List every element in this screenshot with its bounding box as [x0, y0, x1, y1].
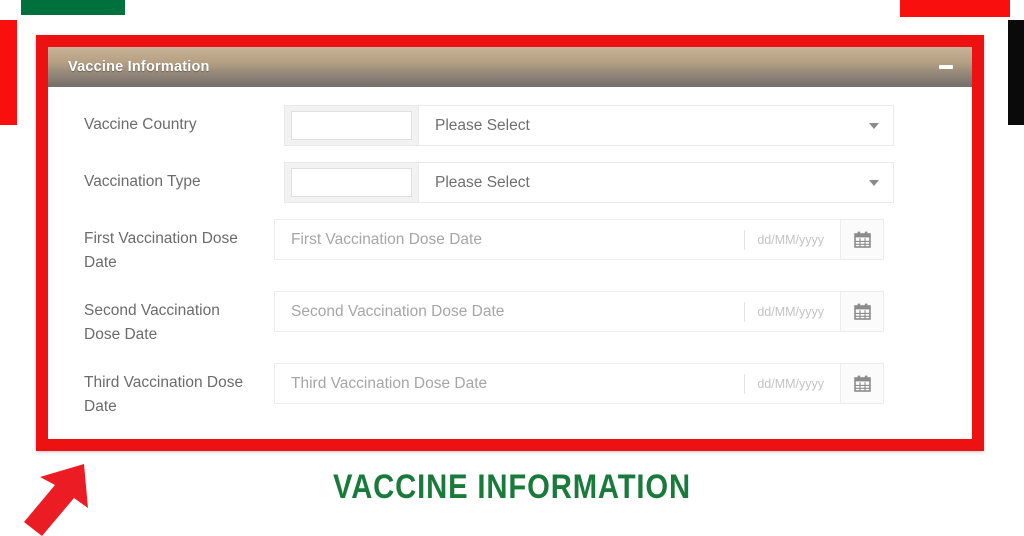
- first-dose-date-input[interactable]: First Vaccination Dose Date dd/MM/yyyy: [274, 219, 840, 260]
- vaccination-type-preview: [284, 162, 418, 203]
- form-red-frame: Vaccine Information Vaccine Country Plea…: [36, 35, 984, 451]
- decoration-green-bar-top-left: [21, 0, 125, 15]
- decoration-red-bar-top-right: [900, 0, 1010, 17]
- label-vaccination-type: Vaccination Type: [84, 173, 201, 190]
- vaccine-information-panel: Vaccine Information Vaccine Country Plea…: [48, 47, 972, 439]
- control-third-dose-date: Third Vaccination Dose Date dd/MM/yyyy: [274, 363, 884, 405]
- third-dose-calendar-button[interactable]: [840, 363, 884, 405]
- third-dose-date-placeholder: Third Vaccination Dose Date: [291, 374, 488, 392]
- form-row-vaccine-country: Vaccine Country Please Select: [84, 105, 936, 146]
- label-vaccine-country: Vaccine Country: [84, 116, 197, 133]
- vaccine-country-flag-preview: [284, 105, 418, 146]
- third-dose-date-wrap: Third Vaccination Dose Date dd/MM/yyyy: [274, 363, 884, 405]
- chevron-down-icon: [869, 179, 879, 186]
- first-dose-date-format: dd/MM/yyyy: [757, 232, 824, 247]
- form-row-vaccination-type: Vaccination Type Please Select: [84, 162, 936, 203]
- control-vaccination-type: Please Select: [284, 162, 894, 203]
- form-body: Vaccine Country Please Select Vaccinatio…: [48, 87, 972, 439]
- label-third-dose-date: Third Vaccination Dose Date: [84, 374, 244, 416]
- control-second-dose-date: Second Vaccination Dose Date dd/MM/yyyy: [274, 291, 884, 333]
- vaccine-country-select[interactable]: Please Select: [418, 105, 894, 146]
- screenshot-root: Vaccine Information Vaccine Country Plea…: [0, 0, 1024, 536]
- first-dose-calendar-button[interactable]: [840, 219, 884, 260]
- vaccination-type-select[interactable]: Please Select: [418, 162, 894, 203]
- decoration-black-bar-right: [1008, 20, 1024, 125]
- minimize-icon[interactable]: [938, 59, 954, 75]
- vaccine-country-select-wrap: Please Select: [284, 105, 894, 146]
- second-dose-date-format: dd/MM/yyyy: [757, 304, 824, 319]
- panel-title: Vaccine Information: [68, 59, 210, 75]
- form-row-first-dose-date: First Vaccination Dose Date First Vaccin…: [84, 219, 936, 275]
- chevron-down-icon: [869, 122, 879, 129]
- form-row-third-dose-date: Third Vaccination Dose Date Third Vaccin…: [84, 363, 936, 419]
- control-first-dose-date: First Vaccination Dose Date dd/MM/yyyy: [274, 219, 884, 260]
- decoration-red-bar-left: [0, 20, 17, 125]
- second-dose-date-placeholder: Second Vaccination Dose Date: [291, 302, 505, 320]
- first-dose-date-placeholder: First Vaccination Dose Date: [291, 230, 482, 248]
- second-dose-date-input[interactable]: Second Vaccination Dose Date dd/MM/yyyy: [274, 291, 840, 333]
- control-vaccine-country: Please Select: [284, 105, 894, 146]
- vaccination-type-select-value: Please Select: [435, 173, 530, 191]
- third-dose-date-input[interactable]: Third Vaccination Dose Date dd/MM/yyyy: [274, 363, 840, 405]
- second-dose-date-divider: [744, 301, 746, 322]
- third-dose-date-divider: [744, 373, 746, 394]
- third-dose-date-format: dd/MM/yyyy: [757, 376, 824, 391]
- minimize-icon-bar: [939, 65, 953, 69]
- caption-vaccine-information: VACCINE INFORMATION: [332, 468, 692, 506]
- second-dose-date-wrap: Second Vaccination Dose Date dd/MM/yyyy: [274, 291, 884, 333]
- calendar-icon: [853, 231, 871, 248]
- calendar-icon: [853, 375, 871, 392]
- vaccination-type-select-wrap: Please Select: [284, 162, 894, 203]
- label-first-dose-date: First Vaccination Dose Date: [84, 230, 238, 272]
- panel-header: Vaccine Information: [48, 47, 972, 87]
- first-dose-date-wrap: First Vaccination Dose Date dd/MM/yyyy: [274, 219, 884, 260]
- first-dose-date-divider: [744, 229, 746, 250]
- vaccine-country-select-value: Please Select: [435, 116, 530, 134]
- second-dose-calendar-button[interactable]: [840, 291, 884, 333]
- vaccine-country-flag-inner: [291, 111, 412, 140]
- form-row-second-dose-date: Second Vaccination Dose Date Second Vacc…: [84, 291, 936, 347]
- vaccination-type-preview-inner: [291, 168, 412, 197]
- calendar-icon: [853, 303, 871, 320]
- label-second-dose-date: Second Vaccination Dose Date: [84, 302, 220, 344]
